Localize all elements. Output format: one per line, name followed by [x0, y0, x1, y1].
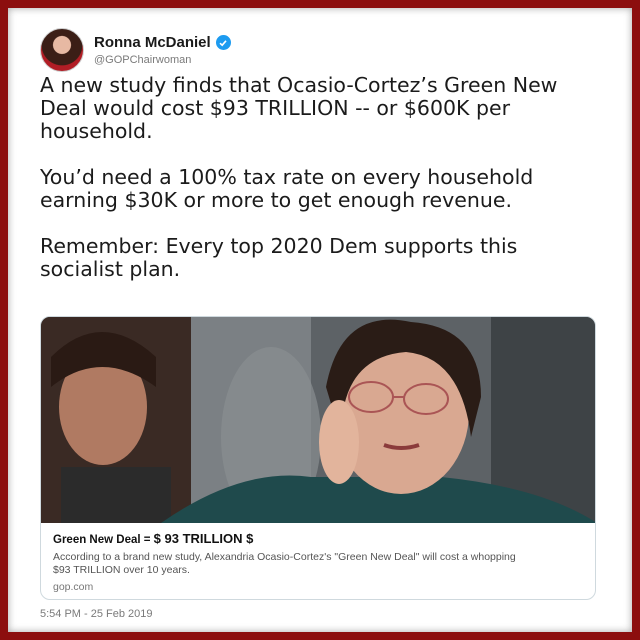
tweet-header: Ronna McDaniel @GOPChairwoman — [40, 28, 231, 72]
user-handle[interactable]: @GOPChairwoman — [94, 54, 231, 66]
tweet-body: A new study finds that Ocasio-Cortez’s G… — [40, 74, 605, 281]
tweet-paragraph-3: Remember: Every top 2020 Dem supports th… — [40, 234, 518, 281]
card-title-prefix: Green New Deal = — [53, 534, 154, 546]
card-image[interactable] — [41, 317, 595, 523]
avatar[interactable] — [40, 28, 84, 72]
display-name-row: Ronna McDaniel — [94, 34, 231, 51]
display-name[interactable]: Ronna McDaniel — [94, 34, 211, 51]
card-description: According to a brand new study, Alexandr… — [53, 551, 516, 576]
link-card[interactable]: Green New Deal = $ 93 TRILLION $ Accordi… — [40, 316, 596, 600]
card-title[interactable]: Green New Deal = $ 93 TRILLION $ — [53, 531, 583, 546]
card-title-amount: $ 93 TRILLION $ — [153, 531, 254, 546]
card-domain[interactable]: gop.com — [53, 581, 583, 593]
tweet-paragraph-2: You’d need a 100% tax rate on every hous… — [40, 165, 534, 212]
verified-badge-icon — [215, 35, 231, 50]
tweet-timestamp[interactable]: 5:54 PM - 25 Feb 2019 — [40, 608, 153, 620]
tweet-frame: Ronna McDaniel @GOPChairwoman A new stud… — [8, 8, 632, 632]
tweet-paragraph-1: A new study finds that Ocasio-Cortez’s G… — [40, 73, 558, 143]
card-meta: Green New Deal = $ 93 TRILLION $ Accordi… — [41, 523, 595, 593]
author-names: Ronna McDaniel @GOPChairwoman — [94, 34, 231, 66]
card-photo — [41, 317, 595, 523]
